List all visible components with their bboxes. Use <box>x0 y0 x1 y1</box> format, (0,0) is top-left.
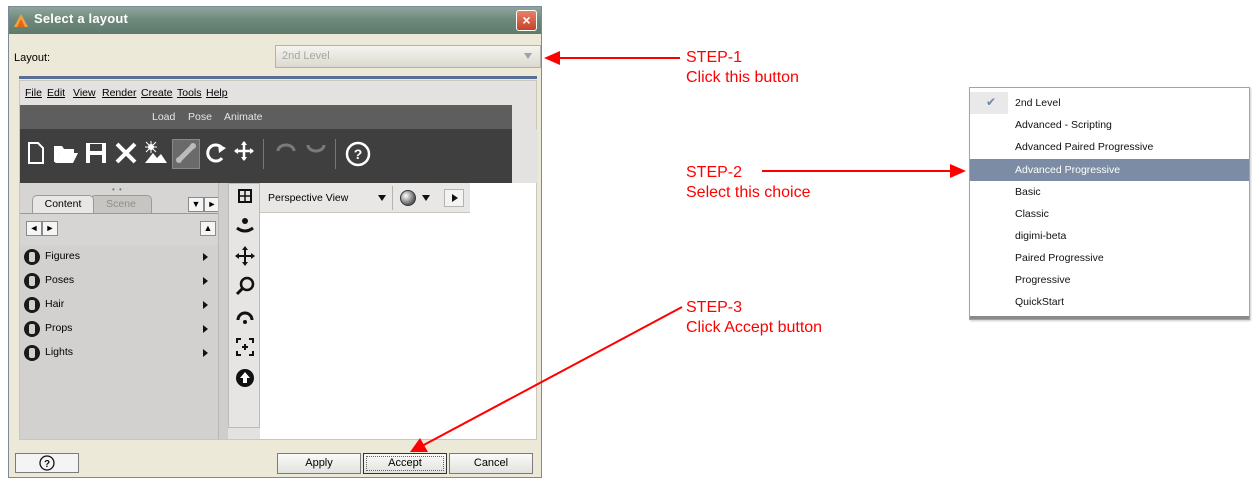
step3-arrow <box>419 306 683 448</box>
step2-arrowhead <box>950 164 966 178</box>
annotation-arrows <box>410 51 966 452</box>
step1-arrowhead <box>544 51 560 65</box>
